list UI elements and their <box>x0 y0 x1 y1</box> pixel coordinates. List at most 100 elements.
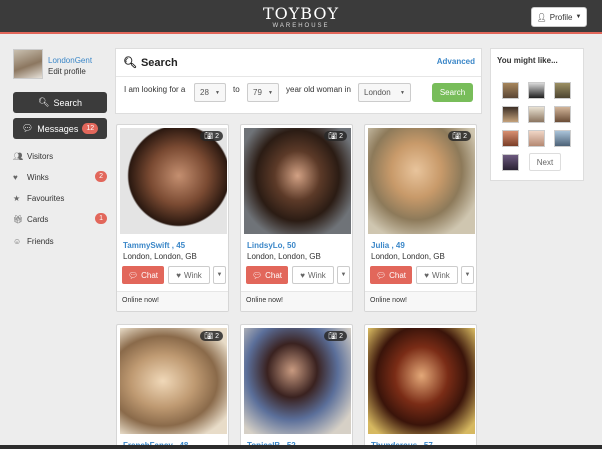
search-middle-label: year old woman in <box>286 85 351 94</box>
chat-label: Chat <box>141 270 159 280</box>
online-status: Online now! <box>117 291 228 311</box>
more-options-button[interactable]: ▼ <box>461 266 474 284</box>
advanced-search-link[interactable]: Advanced <box>437 57 475 66</box>
cards-count-badge: 1 <box>95 213 107 224</box>
min-age-value: 28 <box>200 88 209 97</box>
chat-button[interactable]: 💬︎ Chat <box>122 266 164 284</box>
wink-label: Wink <box>307 270 326 280</box>
suggestions-next-button[interactable]: Next <box>529 153 561 171</box>
suggestion-thumbnail[interactable] <box>528 130 545 147</box>
sidebar-item-visitors[interactable]: 👥︎ Visitors <box>13 149 107 163</box>
profile-card: 📷︎ 2 LindsyLo, 50 London, London, GB 💬︎ C… <box>240 124 353 312</box>
suggestion-thumbnail[interactable] <box>502 130 519 147</box>
caret-down-icon: ▼ <box>464 272 471 278</box>
to-label: to <box>233 85 240 94</box>
online-status: Online now! <box>365 291 476 311</box>
suggestion-thumbnail[interactable] <box>554 82 571 99</box>
suggestion-thumbnail[interactable] <box>502 82 519 99</box>
profile-photo[interactable] <box>368 128 475 234</box>
avatar[interactable] <box>13 49 43 79</box>
sidebar-messages-label: Messages <box>37 123 79 134</box>
sidebar-item-label: Visitors <box>27 151 54 161</box>
profile-name-link[interactable]: TammySwift , 45 <box>123 241 185 250</box>
search-panel: 🔍︎ Search Advanced I am looking for a 28… <box>115 48 482 114</box>
photo-count: 2 <box>215 333 219 340</box>
profile-name-link[interactable]: LindsyLo, 50 <box>247 241 296 250</box>
chat-label: Chat <box>265 270 283 280</box>
caret-down-icon: ▼ <box>268 89 273 96</box>
search-submit-button[interactable]: Search <box>432 83 473 102</box>
heart-icon: ♥ <box>300 270 305 280</box>
sidebar-search-button[interactable]: 🔍︎ Search <box>13 92 107 113</box>
sidebar-item-cards[interactable]: 🎁︎ Cards 1 <box>13 212 107 226</box>
wink-button[interactable]: ♥ Wink <box>416 266 458 284</box>
profile-photo[interactable] <box>244 328 351 434</box>
wink-button[interactable]: ♥ Wink <box>292 266 334 284</box>
sidebar-item-friends[interactable]: ☺ Friends <box>13 234 107 248</box>
suggestion-thumbnail[interactable] <box>528 82 545 99</box>
photo-count: 2 <box>339 333 343 340</box>
profile-photo[interactable] <box>120 328 227 434</box>
caret-down-icon: ▼ <box>400 89 405 96</box>
profile-card: 📷︎ 2 Julia , 49 London, London, GB 💬︎ Cha… <box>364 124 477 312</box>
chat-icon: 💬︎ <box>375 270 387 280</box>
caret-down-icon: ▼ <box>575 14 582 20</box>
suggestions-panel: You might like... Next <box>490 48 584 181</box>
photo-count: 2 <box>339 133 343 140</box>
suggestion-thumbnail[interactable] <box>554 106 571 123</box>
profile-card: 📷︎ 2 FrenchFancy , 48 <box>116 324 229 449</box>
username-link[interactable]: LondonGent <box>48 56 92 65</box>
profile-photo[interactable] <box>244 128 351 234</box>
location-value: London <box>364 88 391 97</box>
chat-icon: 💬︎ <box>21 123 34 133</box>
profile-menu-button[interactable]: 👤︎ Profile ▼ <box>531 7 587 27</box>
brand-logo[interactable]: TOYBOY WAREHOUSE <box>0 5 602 30</box>
star-icon: ★ <box>13 193 21 203</box>
edit-profile-link[interactable]: Edit profile <box>48 67 86 76</box>
search-icon: 🔍︎ <box>123 57 137 69</box>
wink-label: Wink <box>183 270 202 280</box>
profile-location: London, London, GB <box>247 252 321 261</box>
bottom-bar <box>0 445 602 449</box>
profile-card: 📷︎ 2 TopicalB , 52 <box>240 324 353 449</box>
suggestion-thumbnail[interactable] <box>502 154 519 171</box>
top-bar: TOYBOY WAREHOUSE 👤︎ Profile ▼ <box>0 0 602 34</box>
profile-photo[interactable] <box>120 128 227 234</box>
user-icon: 👤︎ <box>536 12 547 22</box>
more-options-button[interactable]: ▼ <box>213 266 226 284</box>
wink-label: Wink <box>431 270 450 280</box>
sidebar-item-label: Winks <box>27 172 49 182</box>
suggestion-thumbnail[interactable] <box>528 106 545 123</box>
photo-count: 2 <box>463 133 467 140</box>
chat-icon: 💬︎ <box>127 270 139 280</box>
smile-icon: ☺ <box>13 236 22 246</box>
brand-name: TOYBOY <box>262 4 340 23</box>
caret-down-icon: ▼ <box>216 272 223 278</box>
more-options-button[interactable]: ▼ <box>337 266 350 284</box>
suggestion-thumbnail[interactable] <box>502 106 519 123</box>
search-icon: 🔍︎ <box>38 97 50 107</box>
sidebar-messages-button[interactable]: 💬︎ Messages 12 <box>13 118 107 139</box>
profile-name-link[interactable]: Julia , 49 <box>371 241 405 250</box>
heart-icon: ♥ <box>424 270 429 280</box>
photo-count-badge: 📷︎ 2 <box>448 131 471 141</box>
sidebar-item-winks[interactable]: ♥ Winks 2 <box>13 170 107 184</box>
chat-button[interactable]: 💬︎ Chat <box>370 266 412 284</box>
sidebar-item-favourites[interactable]: ★ Favourites <box>13 191 107 205</box>
messages-count-badge: 12 <box>82 123 99 134</box>
sidebar-item-label: Friends <box>27 236 54 246</box>
photo-count-badge: 📷︎ 2 <box>324 131 347 141</box>
user-summary: LondonGent Edit profile <box>13 49 109 83</box>
photo-count: 2 <box>215 133 219 140</box>
suggestion-thumbnail[interactable] <box>554 130 571 147</box>
profile-photo[interactable] <box>368 328 475 434</box>
profile-card: Thunderous , 57 <box>364 324 477 449</box>
min-age-select[interactable]: 28 ▼ <box>194 83 226 102</box>
sidebar-search-label: Search <box>53 97 82 108</box>
wink-button[interactable]: ♥ Wink <box>168 266 210 284</box>
max-age-select[interactable]: 79 ▼ <box>247 83 279 102</box>
profile-location: London, London, GB <box>123 252 197 261</box>
suggestions-title: You might like... <box>497 56 558 65</box>
location-select[interactable]: London ▼ <box>358 83 411 102</box>
chat-button[interactable]: 💬︎ Chat <box>246 266 288 284</box>
